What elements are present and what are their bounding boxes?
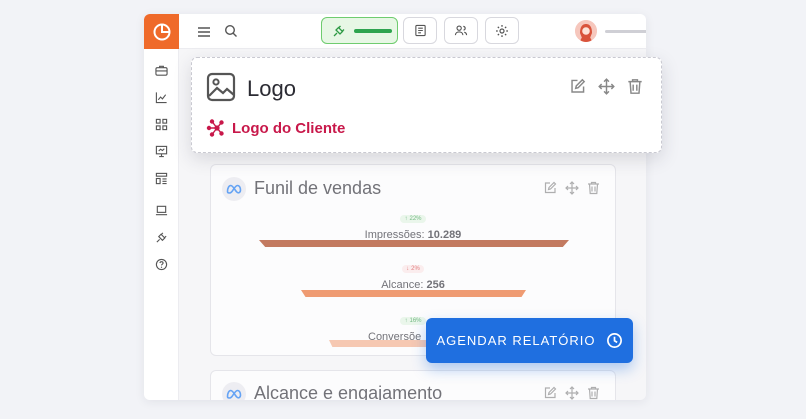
settings-button[interactable] (485, 17, 519, 44)
delete-button[interactable] (587, 386, 600, 400)
funnel-stage: ↑ 22% Impressões: 10.289 (211, 207, 615, 241)
brand-logo[interactable] (144, 14, 179, 49)
stage-label: Alcance: 256 (381, 279, 445, 291)
move-icon (598, 78, 615, 95)
avatar-image (575, 20, 597, 42)
sidebar (144, 14, 179, 400)
sidebar-item-chart[interactable] (144, 84, 179, 111)
reach-card-actions (543, 386, 600, 400)
user-name-placeholder (605, 30, 646, 33)
percent-badge: ↓ 2% (402, 265, 424, 273)
users-icon (454, 25, 468, 36)
meta-logo-icon (226, 184, 242, 194)
percent-badge: ↑ 16% (400, 317, 426, 325)
stage-label: Impressões: 10.289 (364, 229, 462, 241)
funnel-card-actions (543, 181, 600, 200)
sidebar-item-layout[interactable] (144, 165, 179, 192)
users-button[interactable] (444, 17, 478, 44)
meta-badge (222, 382, 246, 400)
reach-title: Alcance e engajamento (254, 383, 443, 400)
top-bar (179, 14, 646, 49)
connection-status-button[interactable] (321, 17, 398, 44)
grid-icon (155, 118, 167, 131)
sidebar-item-plug[interactable] (144, 224, 179, 251)
hamburger-menu-icon (198, 27, 210, 37)
move-button[interactable] (565, 386, 579, 400)
help-icon (155, 258, 167, 271)
briefcase-icon (154, 65, 168, 76)
pie-logo-icon (153, 23, 170, 40)
image-icon (206, 72, 236, 102)
move-button[interactable] (598, 78, 615, 100)
delete-button[interactable] (627, 78, 643, 100)
gear-icon (496, 24, 508, 37)
sidebar-item-presentation[interactable] (144, 138, 179, 165)
report-button[interactable] (403, 17, 437, 44)
percent-badge: ↑ 22% (400, 215, 426, 223)
edit-button[interactable] (569, 78, 586, 100)
delete-button[interactable] (587, 181, 600, 200)
trash-icon (588, 386, 599, 400)
move-icon (565, 181, 579, 195)
schedule-report-button[interactable]: AGENDAR RELATÓRIO (426, 318, 633, 363)
logo-widget-title: Logo (247, 76, 296, 101)
client-logo: Logo do Cliente (206, 118, 345, 138)
trash-icon (628, 79, 642, 94)
presentation-icon (155, 145, 167, 158)
client-name: Logo do Cliente (232, 119, 346, 137)
funnel-stage: ↓ 2% Alcance: 256 (211, 257, 615, 291)
image-icon-wrap (206, 72, 236, 107)
edit-icon (544, 181, 557, 194)
funnel-bar-1 (259, 240, 569, 247)
edit-icon (544, 386, 557, 399)
schedule-report-label: AGENDAR RELATÓRIO (436, 333, 596, 348)
logo-widget-actions (569, 78, 643, 100)
trash-icon (588, 181, 599, 195)
meta-logo-icon (226, 389, 242, 399)
layout-icon (155, 172, 167, 185)
logo-widget[interactable]: Logo Logo do Cliente (191, 57, 662, 153)
search-icon (224, 24, 237, 37)
funnel-bar-2 (301, 290, 526, 297)
report-icon (414, 24, 426, 37)
edit-button[interactable] (543, 386, 557, 400)
search-button[interactable] (224, 24, 238, 43)
connection-status-bar (354, 28, 392, 33)
edit-icon (571, 78, 586, 93)
sidebar-item-grid[interactable] (144, 111, 179, 138)
menu-button[interactable] (197, 25, 211, 43)
avatar[interactable] (575, 20, 597, 42)
move-button[interactable] (565, 181, 579, 200)
funnel-title: Funil de vendas (254, 178, 382, 198)
sidebar-item-laptop[interactable] (144, 197, 179, 224)
reach-card: Alcance e engajamento (210, 370, 616, 400)
move-icon (565, 386, 579, 400)
plug-icon (155, 232, 167, 243)
chart-icon (155, 92, 167, 104)
edit-button[interactable] (543, 181, 557, 200)
sidebar-item-briefcase[interactable] (144, 57, 179, 84)
clock-icon (606, 333, 622, 348)
client-logo-icon (206, 119, 224, 137)
plug-icon (333, 25, 345, 36)
laptop-icon (155, 205, 167, 216)
meta-badge (222, 177, 246, 201)
sidebar-item-help[interactable] (144, 251, 179, 278)
